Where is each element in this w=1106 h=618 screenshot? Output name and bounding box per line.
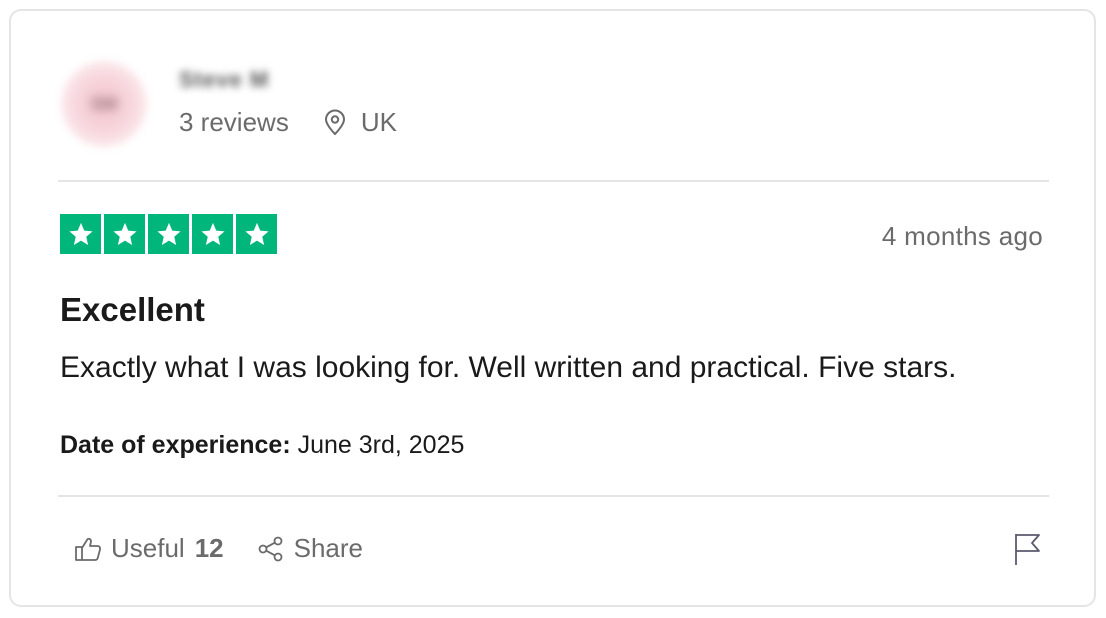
reviewer-header: SM Steve M 3 reviews UK: [11, 11, 1094, 181]
date-of-experience-label: Date of experience:: [60, 431, 291, 459]
header-divider: [58, 180, 1049, 182]
star-icon: [192, 214, 233, 254]
share-icon: [256, 534, 286, 564]
avatar-initials: SM: [90, 93, 118, 114]
reviews-count: 3 reviews: [179, 107, 289, 137]
reviewer-location: UK: [360, 107, 397, 137]
star-icon: [236, 214, 277, 254]
useful-count: 12: [194, 533, 224, 563]
location-pin-icon: [321, 109, 349, 137]
star-icon: [148, 214, 189, 254]
date-of-experience: Date of experience: June 3rd, 2025: [60, 431, 464, 460]
flag-icon: [1012, 534, 1044, 571]
useful-button[interactable]: Useful 12: [73, 533, 224, 564]
footer-divider: [58, 495, 1049, 497]
review-title: Excellent: [60, 291, 205, 328]
useful-label: Useful: [111, 533, 185, 563]
star-icon: [104, 214, 145, 254]
share-label: Share: [293, 533, 364, 563]
review-card: SM Steve M 3 reviews UK 4 months ago Exc…: [9, 9, 1096, 607]
reviewer-meta: 3 reviews UK: [179, 107, 397, 138]
reviewer-name[interactable]: Steve M: [179, 67, 269, 93]
review-body: Exactly what I was looking for. Well wri…: [60, 351, 957, 384]
thumbs-up-icon: [73, 534, 103, 564]
star-icon: [60, 214, 101, 254]
share-button[interactable]: Share: [256, 533, 363, 564]
star-rating: [60, 214, 277, 254]
avatar[interactable]: SM: [61, 61, 147, 147]
review-time: 4 months ago: [881, 221, 1043, 251]
flag-button[interactable]: [1012, 531, 1044, 567]
review-actions: Useful 12 Share: [73, 533, 395, 564]
date-of-experience-value: June 3rd, 2025: [297, 431, 465, 459]
